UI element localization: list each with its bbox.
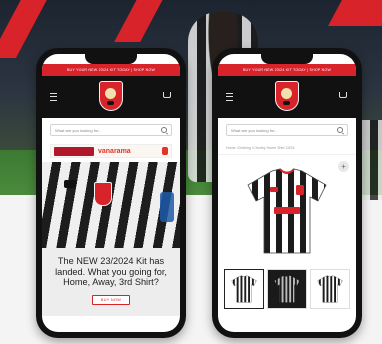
phone-notch <box>261 54 313 64</box>
search-input[interactable]: What are you looking for... <box>50 124 172 136</box>
zoom-button[interactable]: + <box>338 161 349 172</box>
menu-icon[interactable] <box>50 93 57 101</box>
phone-notch <box>85 54 137 64</box>
promo-bar[interactable]: BUY YOUR NEW 23/24 KIT TODAY | SHOP NOW <box>218 64 356 76</box>
menu-icon[interactable] <box>226 93 233 101</box>
phone-home-page: BUY YOUR NEW 23/24 KIT TODAY | SHOP NOW … <box>36 48 186 338</box>
promo-section: The NEW 23/2024 Kit has landed. What you… <box>42 248 180 316</box>
sponsor-brand-name: vanarama <box>98 147 131 155</box>
breadcrumb-item[interactable]: Home <box>226 146 236 150</box>
kit-brand-logo <box>64 180 76 188</box>
thumbnail-detail[interactable] <box>267 269 307 309</box>
search-bar: What are you looking for... <box>42 118 180 142</box>
club-crest-logo[interactable] <box>275 81 299 111</box>
promo-headline: The NEW 23/2024 Kit has landed. What you… <box>55 256 167 287</box>
search-icon[interactable] <box>161 127 167 133</box>
club-crest-logo[interactable] <box>99 81 123 111</box>
search-placeholder: What are you looking for... <box>231 127 278 133</box>
home-shirt-image <box>247 168 327 254</box>
site-header <box>42 76 180 118</box>
product-main-image[interactable]: + <box>218 155 356 265</box>
shirt-thumb-image <box>231 275 257 303</box>
search-bar: What are you looking for... <box>218 118 356 142</box>
phone-product-page: BUY YOUR NEW 23/24 KIT TODAY | SHOP NOW … <box>212 48 362 338</box>
sleeve-sponsor-patch <box>160 192 174 222</box>
breadcrumb: Home Clothing Chorley Home Shirt 23/24 <box>218 142 356 155</box>
phone-screen: BUY YOUR NEW 23/24 KIT TODAY | SHOP NOW … <box>218 54 356 332</box>
buy-now-button[interactable]: BUY NOW <box>91 294 131 305</box>
cart-icon[interactable] <box>339 92 347 98</box>
kit-hero-image[interactable] <box>42 162 180 248</box>
phone-screen: BUY YOUR NEW 23/24 KIT TODAY | SHOP NOW … <box>42 54 180 332</box>
search-icon[interactable] <box>337 127 343 133</box>
sponsor-mark-icon <box>162 147 168 155</box>
promo-bar[interactable]: BUY YOUR NEW 23/24 KIT TODAY | SHOP NOW <box>42 64 180 76</box>
search-input[interactable]: What are you looking for... <box>226 124 348 136</box>
shirt-thumb-image <box>274 275 300 303</box>
thumbnail-front[interactable] <box>224 269 264 309</box>
breadcrumb-item: Chorley Home Shirt 23/24 <box>252 146 295 150</box>
site-header <box>218 76 356 118</box>
shirt-thumb-image <box>317 275 343 303</box>
sponsor-banner[interactable]: vanarama <box>50 144 172 158</box>
breadcrumb-item[interactable]: Clothing <box>237 146 251 150</box>
search-placeholder: What are you looking for... <box>55 127 102 133</box>
kit-crest-badge <box>94 182 112 206</box>
sponsor-logo <box>54 146 94 156</box>
product-thumbnails <box>218 265 356 313</box>
cart-icon[interactable] <box>163 92 171 98</box>
thumbnail-back[interactable] <box>310 269 350 309</box>
